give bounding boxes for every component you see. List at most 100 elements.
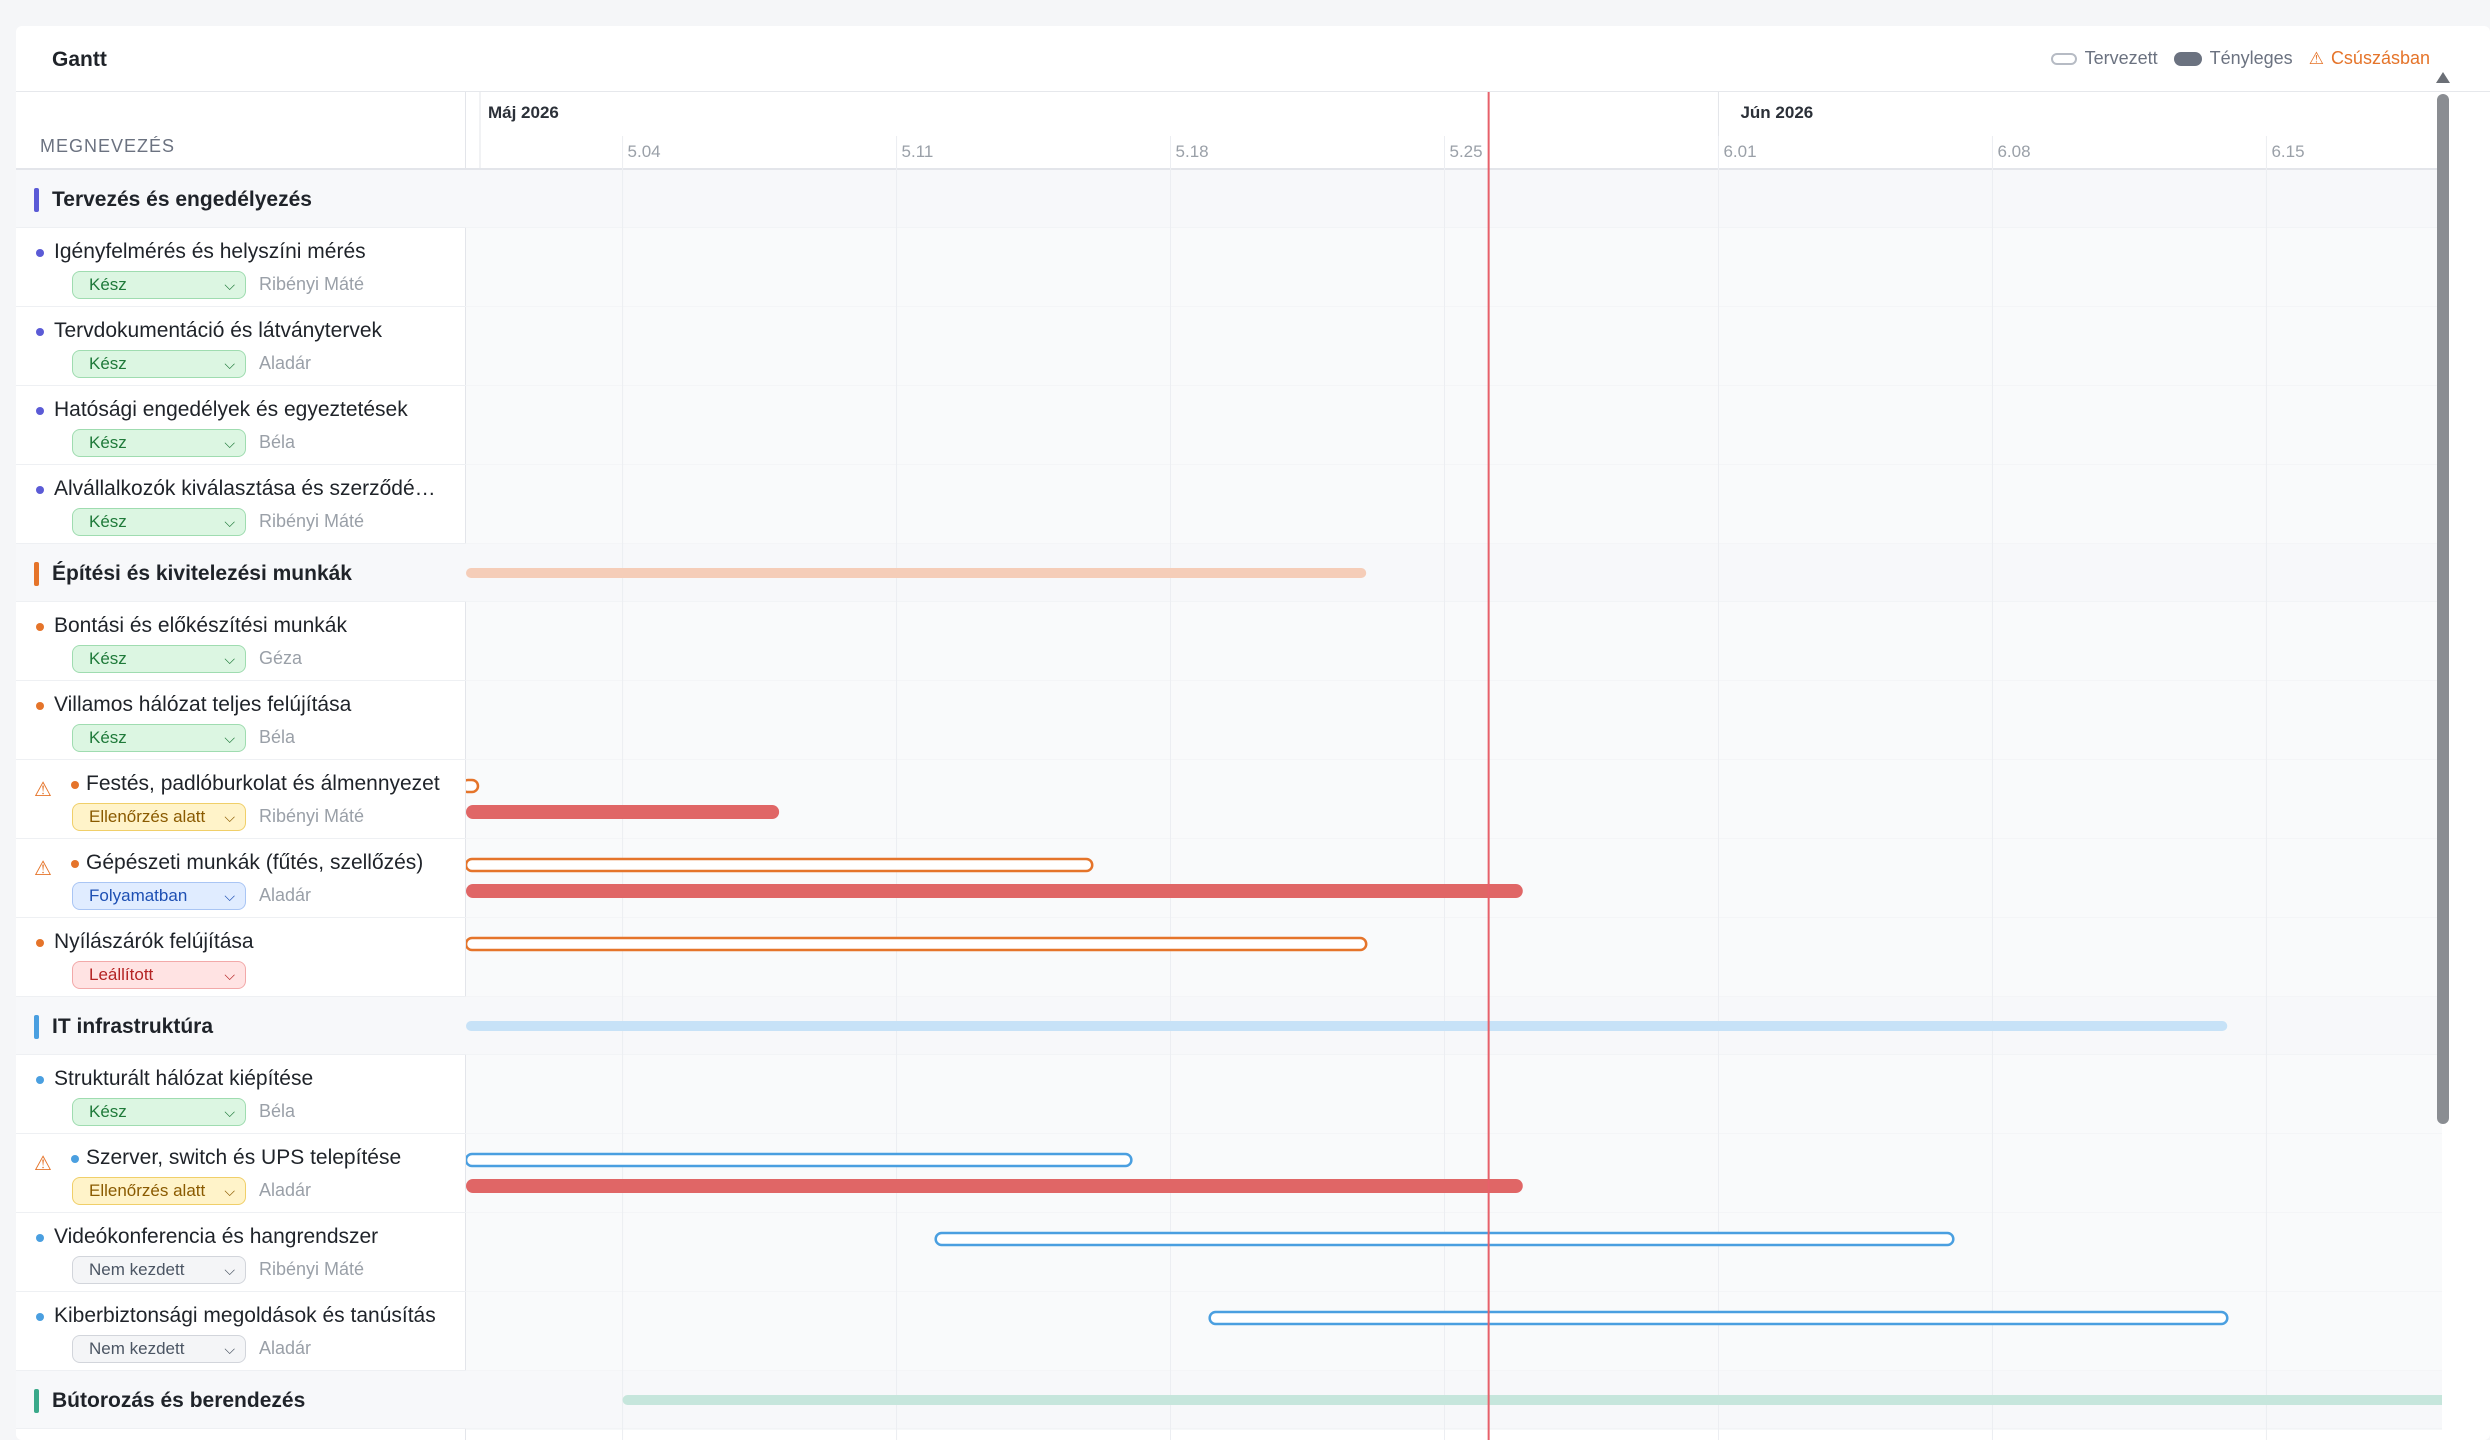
legend-slipping-label: Csúszásban — [2330, 48, 2430, 68]
column-header: MEGNEVEZÉS — [16, 92, 465, 170]
legend: Tervezett Tényleges ⚠ Csúszásban — [2035, 48, 2430, 69]
legend-slipping: ⚠ Csúszásban — [2309, 48, 2430, 69]
task-row[interactable]: Alvállalkozók kiválasztása és szerződé… K… — [16, 465, 466, 544]
chevron-down-icon: ⌵ — [224, 651, 235, 667]
scrollbar-thumb[interactable] — [2437, 94, 2449, 1124]
planned-bar — [466, 1152, 1133, 1168]
task-row[interactable]: Strukturált hálózat kiépítése Kész ⌵ Béla — [16, 1055, 466, 1134]
group-color-marker — [34, 1015, 39, 1039]
chevron-down-icon: ⌵ — [224, 435, 235, 451]
task-dot — [71, 1155, 79, 1163]
month-label: Jún 2026 — [1740, 103, 1813, 122]
week-label: 5.25 — [1450, 142, 1483, 161]
status-select[interactable]: Kész ⌵ — [72, 645, 246, 673]
task-row[interactable]: Tervdokumentáció és látványtervek Kész ⌵ Al… — [16, 307, 466, 386]
chevron-down-icon: ⌵ — [224, 730, 235, 746]
task-dot — [36, 486, 44, 494]
task-row[interactable]: Igényfelmérés és helyszíni mérés Kész ⌵ Rib… — [16, 228, 466, 307]
status-select[interactable]: Kész ⌵ — [72, 1098, 246, 1126]
chevron-down-icon: ⌵ — [224, 277, 235, 293]
task-name: Kiberbiztonsági megoldások és tanúsítás — [54, 1304, 436, 1327]
status-select[interactable]: Ellenőrzés alatt ⌵ — [72, 803, 246, 831]
legend-actual-label: Tényleges — [2209, 48, 2293, 68]
chevron-down-icon: ⌵ — [224, 514, 235, 530]
actual-bar — [466, 1179, 1523, 1193]
task-owner: Aladár — [259, 1180, 312, 1200]
week-label: 6.15 — [2271, 142, 2304, 161]
row-background — [466, 170, 2442, 228]
row-background — [466, 386, 2442, 465]
scroll-up-arrow-icon[interactable] — [2436, 72, 2450, 83]
chevron-down-icon: ⌵ — [224, 1262, 235, 1278]
task-row[interactable]: Videókonferencia és hangrendszer Nem kezd… — [16, 1213, 466, 1292]
status-select[interactable]: Kész ⌵ — [72, 350, 246, 378]
status-label: Kész — [89, 433, 127, 452]
task-dot — [71, 781, 79, 789]
status-label: Ellenőrzés alatt — [89, 1181, 206, 1200]
task-owner: Aladár — [259, 353, 312, 373]
title-bar: Gantt Tervezett Tényleges ⚠ Csúszásban — [16, 26, 2490, 92]
row-background — [466, 228, 2442, 307]
group-row[interactable]: Bútorozás és berendezés — [16, 1371, 466, 1429]
group-name: Bútorozás és berendezés — [52, 1389, 306, 1412]
chevron-down-icon: ⌵ — [224, 356, 235, 372]
task-row[interactable]: ⚠ Gépészeti munkák (fűtés, szellőzés) Foly… — [16, 839, 466, 918]
task-row[interactable]: Hatósági engedélyek és egyeztetések Kész ⌵… — [16, 386, 466, 465]
task-name: Tervdokumentáció és látványtervek — [54, 319, 382, 342]
chevron-down-icon: ⌵ — [224, 809, 235, 825]
status-select[interactable]: Nem kezdett ⌵ — [72, 1256, 246, 1284]
row-background — [466, 839, 2442, 918]
actual-bar — [466, 884, 1523, 898]
task-row[interactable]: ⚠ Festés, padlóburkolat és álmennyezet Ell… — [16, 760, 466, 839]
warning-icon: ⚠ — [34, 779, 52, 801]
status-label: Kész — [89, 728, 127, 747]
task-row[interactable]: Villamos hálózat teljes felújítása Kész ⌵ B… — [16, 681, 466, 760]
group-summary-bar — [466, 568, 1367, 578]
week-label: 5.18 — [1176, 142, 1209, 161]
status-select[interactable]: Kész ⌵ — [72, 429, 246, 457]
planned-bar — [466, 857, 1094, 873]
task-owner: Aladár — [259, 885, 312, 905]
task-name: Igényfelmérés és helyszíni mérés — [54, 240, 366, 263]
task-owner: Ribényi Máté — [259, 1259, 365, 1279]
task-row[interactable]: Kiberbiztonsági megoldások és tanúsítás N… — [16, 1292, 466, 1371]
gantt-card: Gantt Tervezett Tényleges ⚠ Csúszásban M… — [16, 26, 2490, 1440]
planned-bar — [934, 1231, 1955, 1247]
task-name: Alvállalkozók kiválasztása és szerződé… — [54, 477, 436, 500]
chevron-down-icon: ⌵ — [224, 1183, 235, 1199]
group-row[interactable]: Tervezés és engedélyezés — [16, 170, 466, 228]
group-row[interactable]: IT infrastruktúra — [16, 997, 466, 1055]
group-name: Építési és kivitelezési munkák — [52, 562, 352, 585]
planned-swatch — [2050, 52, 2077, 65]
task-name: Nyílászárók felújítása — [54, 930, 254, 953]
task-row[interactable]: ⚠ Szerver, switch és UPS telepítése Ellenő… — [16, 1134, 466, 1213]
group-summary-bar — [466, 1021, 2228, 1031]
month-label: Máj 2026 — [488, 103, 559, 122]
status-select[interactable]: Ellenőrzés alatt ⌵ — [72, 1177, 246, 1205]
week-label: 5.04 — [628, 142, 661, 161]
chevron-down-icon: ⌵ — [224, 1341, 235, 1357]
status-select[interactable]: Kész ⌵ — [72, 724, 246, 752]
status-select[interactable]: Leállított ⌵ — [72, 961, 246, 989]
status-select[interactable]: Kész ⌵ — [72, 271, 246, 299]
task-name: Videókonferencia és hangrendszer — [54, 1225, 379, 1248]
row-background — [466, 465, 2442, 544]
task-dot — [36, 623, 44, 631]
task-name: Gépészeti munkák (fűtés, szellőzés) — [86, 851, 424, 874]
status-select[interactable]: Kész ⌵ — [72, 508, 246, 536]
status-label: Kész — [89, 512, 127, 531]
task-row[interactable]: Nyílászárók felújítása Leállított ⌵ — [16, 918, 466, 997]
task-list-pane: MEGNEVEZÉS Tervezés és engedélyezés Igény… — [16, 92, 466, 1440]
task-owner: Ribényi Máté — [259, 511, 365, 531]
task-row[interactable]: Bontási és előkészítési munkák Kész ⌵ Géza — [16, 602, 466, 681]
actual-swatch — [2173, 51, 2202, 66]
legend-planned-label: Tervezett — [2084, 48, 2158, 68]
week-label: 5.11 — [902, 142, 934, 161]
status-select[interactable]: Nem kezdett ⌵ — [72, 1335, 246, 1363]
status-label: Kész — [89, 1102, 127, 1121]
task-owner: Béla — [259, 432, 296, 452]
group-row[interactable]: Építési és kivitelezési munkák — [16, 544, 466, 602]
chevron-down-icon: ⌵ — [224, 1104, 235, 1120]
status-select[interactable]: Folyamatban ⌵ — [72, 882, 246, 910]
legend-actual: Tényleges — [2173, 48, 2293, 69]
